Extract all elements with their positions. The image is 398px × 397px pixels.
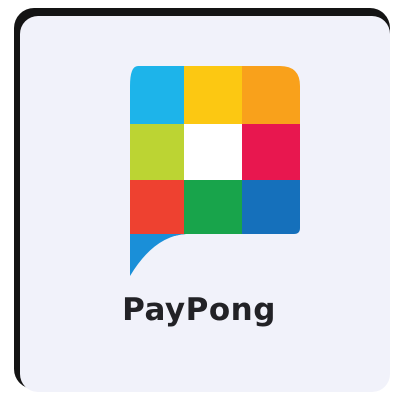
logo-cell-middle-left (130, 124, 184, 180)
logo-cell-bottom-middle (184, 180, 242, 236)
logo-cell-bottom-right (242, 180, 300, 236)
logo-cell-top-right (242, 66, 300, 124)
logo-cell-middle-center (184, 124, 242, 180)
logo-cell-top-left (130, 66, 184, 124)
logo-cell-top-middle (184, 66, 242, 124)
logo-cell-bottom-left (130, 180, 184, 236)
app-name: PayPong (122, 292, 276, 328)
paypong-logo-icon (130, 66, 300, 276)
logo-tail (130, 234, 194, 276)
logo-cell-middle-right (242, 124, 300, 180)
